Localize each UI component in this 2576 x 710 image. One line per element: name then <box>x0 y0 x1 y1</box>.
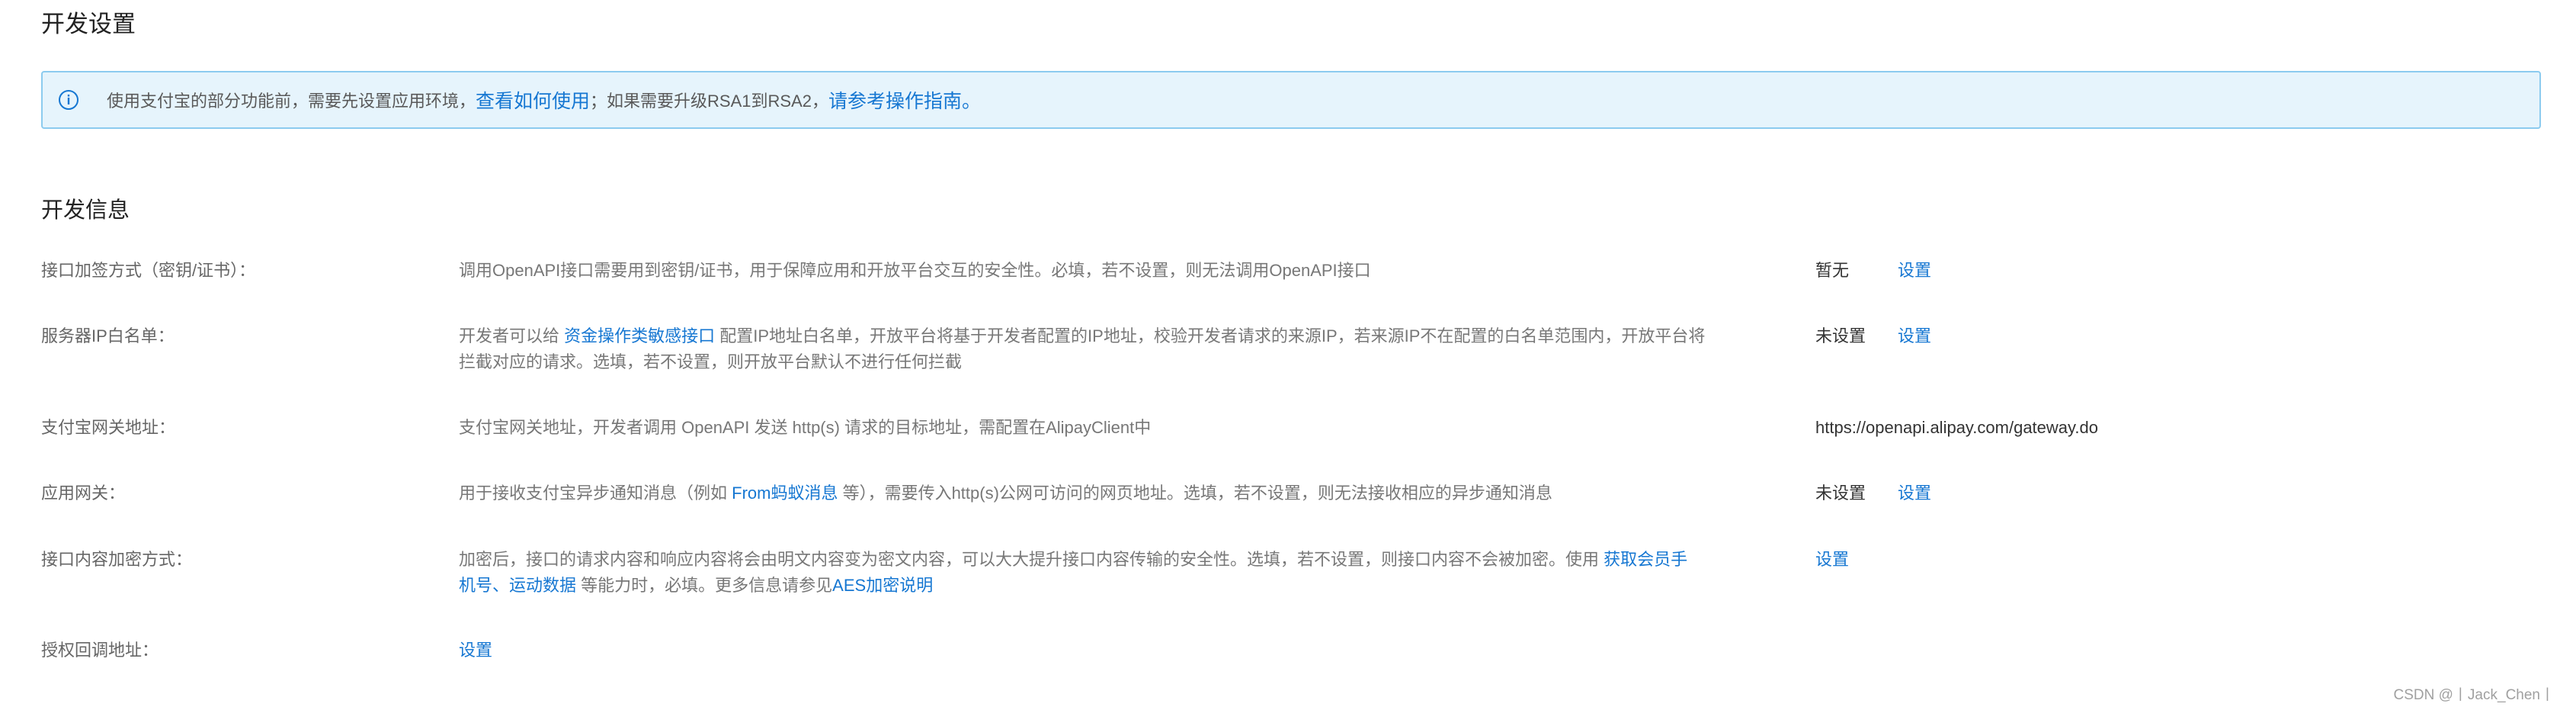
gateway-url: https://openapi.alipay.com/gateway.do <box>1815 418 2098 437</box>
signing-method-desc: 调用OpenAPI接口需要用到密钥/证书，用于保障应用和开放平台交互的安全性。必… <box>459 261 1371 280</box>
ip-whitelist-label: 服务器IP白名单： <box>41 326 175 345</box>
notice-text: 使用支付宝的部分功能前，需要先设置应用环境， 查看如何使用 ；如果需要升级RSA… <box>107 72 981 127</box>
notice-text-middle: ；如果需要升级RSA1到RSA2， <box>590 92 828 111</box>
how-to-use-link[interactable]: 查看如何使用 <box>476 86 590 114</box>
gateway-label: 支付宝网关地址： <box>41 418 176 437</box>
auth-callback-set-button[interactable]: 设置 <box>459 638 492 663</box>
notice-banner: 使用支付宝的部分功能前，需要先设置应用环境， 查看如何使用 ；如果需要升级RSA… <box>41 71 2541 129</box>
encryption-desc-middle: 等能力时，必填。更多信息请参见 <box>576 576 833 595</box>
ip-whitelist-set-button[interactable]: 设置 <box>1898 323 1931 349</box>
ant-message-link[interactable]: From蚂蚁消息 <box>732 484 838 503</box>
app-gateway-desc: 用于接收支付宝异步通知消息（例如 From蚂蚁消息 等），需要传入http(s)… <box>459 480 1716 506</box>
gateway-desc: 支付宝网关地址，开发者调用 OpenAPI 发送 http(s) 请求的目标地址… <box>459 418 1152 437</box>
encryption-label: 接口内容加密方式： <box>41 550 193 569</box>
aes-doc-link[interactable]: AES加密说明 <box>832 576 933 595</box>
encryption-desc-before: 加密后，接口的请求内容和响应内容将会由明文内容变为密文内容，可以大大提升接口内容… <box>459 550 1604 569</box>
sports-data-link[interactable]: 运动数据 <box>509 576 576 595</box>
auth-callback-label: 授权回调地址： <box>41 641 159 660</box>
watermark: CSDN @丨Jack_Chen丨 <box>2393 687 2555 703</box>
notice-text-before: 使用支付宝的部分功能前，需要先设置应用环境， <box>107 92 476 111</box>
app-gateway-set-button[interactable]: 设置 <box>1898 480 1931 506</box>
app-gateway-status: 未设置 <box>1815 484 1866 503</box>
ip-whitelist-desc-before: 开发者可以给 <box>459 326 565 345</box>
app-gateway-label: 应用网关： <box>41 484 126 503</box>
operation-guide-link[interactable]: 请参考操作指南。 <box>828 86 981 114</box>
encryption-set-button[interactable]: 设置 <box>1815 547 1849 573</box>
encryption-desc-separator: 、 <box>492 576 510 595</box>
app-gateway-desc-after: 等），需要传入http(s)公网可访问的网页地址。选填，若不设置，则无法接收相应… <box>838 484 1552 503</box>
signing-method-status: 暂无 <box>1815 261 1850 280</box>
app-gateway-desc-before: 用于接收支付宝异步通知消息（例如 <box>459 484 732 503</box>
signing-method-label: 接口加签方式（密钥/证书）： <box>41 261 256 280</box>
section-title: 开发信息 <box>41 198 130 223</box>
encryption-desc: 加密后，接口的请求内容和响应内容将会由明文内容变为密文内容，可以大大提升接口内容… <box>459 547 1693 599</box>
info-circle-icon <box>59 90 78 110</box>
ip-whitelist-status: 未设置 <box>1815 326 1866 345</box>
sensitive-api-link[interactable]: 资金操作类敏感接口 <box>564 326 715 345</box>
page-title: 开发设置 <box>41 11 136 37</box>
ip-whitelist-desc: 开发者可以给 资金操作类敏感接口 配置IP地址白名单，开放平台将基于开发者配置的… <box>459 323 1716 375</box>
signing-method-set-button[interactable]: 设置 <box>1898 258 1931 284</box>
